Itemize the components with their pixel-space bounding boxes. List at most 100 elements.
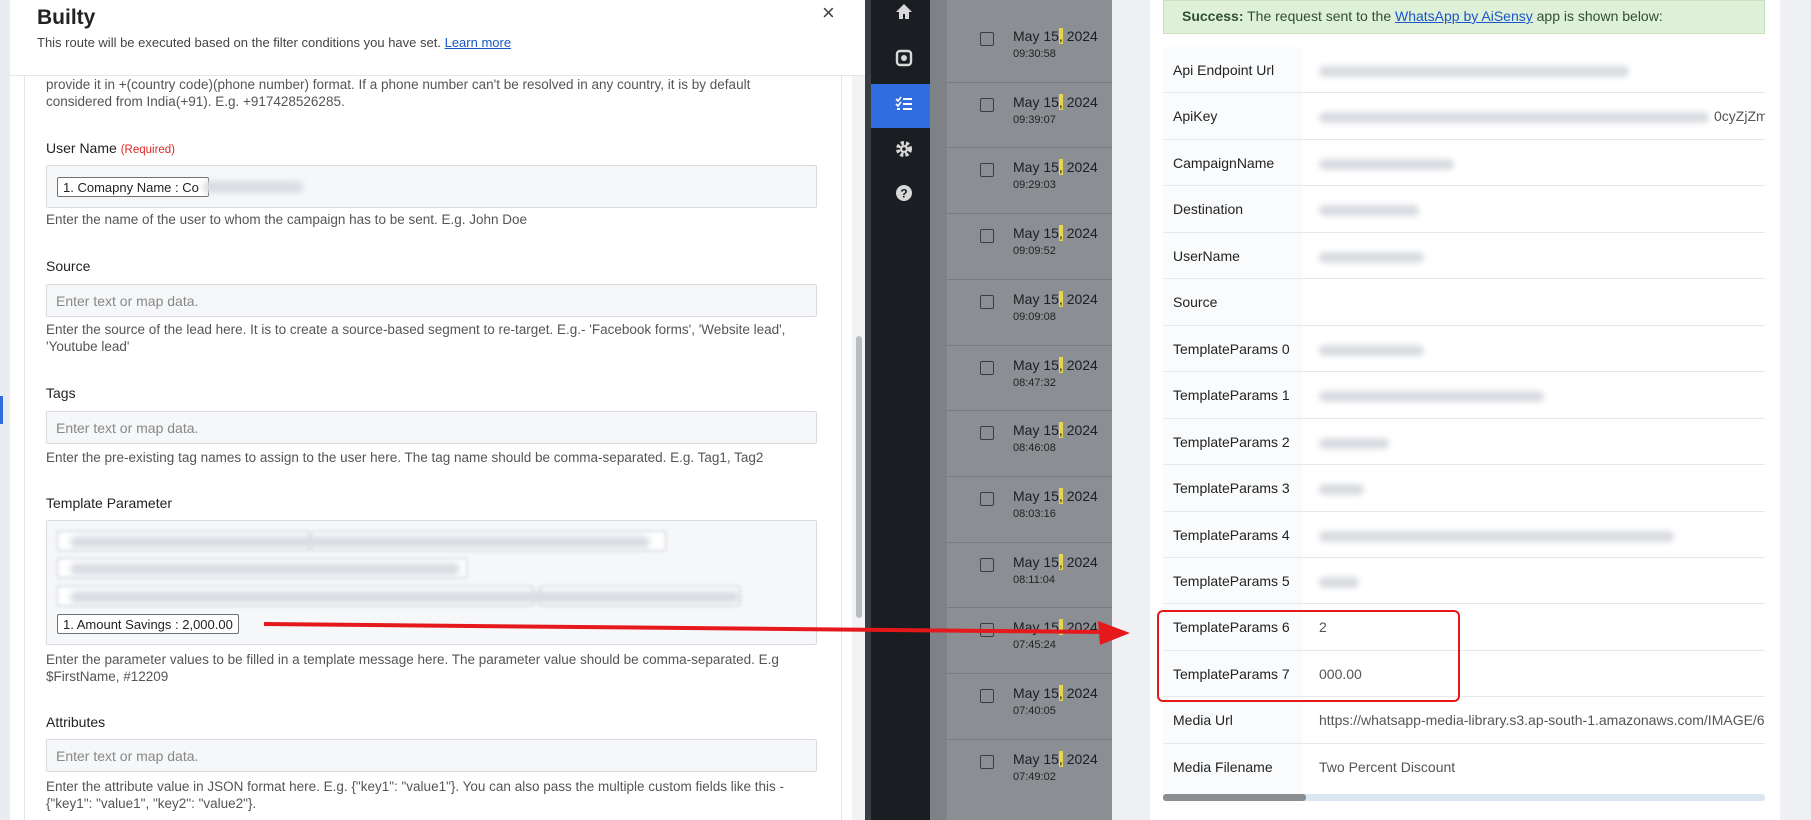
response-row-blurred-value [1319, 531, 1674, 542]
blurred-value [203, 181, 303, 193]
response-row-blurred-value [1319, 345, 1424, 356]
response-row-blurred-value [1319, 438, 1389, 449]
history-row-checkbox[interactable] [980, 163, 994, 177]
response-row-divider [1163, 418, 1765, 419]
response-hscroll-thumb[interactable] [1163, 794, 1306, 801]
response-row-blurred-value [1319, 252, 1424, 263]
history-row-divider [947, 213, 1112, 214]
modal-scrollbar-thumb[interactable] [856, 336, 862, 618]
response-row-divider [1163, 325, 1765, 326]
attributes-label: Attributes [46, 714, 106, 730]
history-row-date[interactable]: May 15, 2024 [1013, 357, 1098, 373]
modal-title: Builty [37, 6, 96, 29]
integration-icon[interactable] [893, 48, 915, 70]
history-row-date[interactable]: May 15, 2024 [1013, 751, 1098, 767]
response-row-blurred-value [1319, 484, 1364, 495]
history-row-checkbox[interactable] [980, 229, 994, 243]
response-row-key: TemplateParams 4 [1173, 527, 1290, 543]
history-row-time: 07:40:05 [1013, 705, 1056, 717]
history-row-checkbox[interactable] [980, 361, 994, 375]
history-row-date[interactable]: May 15, 2024 [1013, 225, 1098, 241]
response-row-key: TemplateParams 3 [1173, 480, 1290, 496]
response-row-divider [1163, 185, 1765, 186]
response-row-value: Two Percent Discount [1319, 759, 1456, 775]
response-row-blurred-value [1319, 159, 1454, 170]
response-row-divider [1163, 743, 1765, 744]
response-row-divider [1163, 278, 1765, 279]
tags-label: Tags [46, 385, 76, 401]
history-row-time: 08:11:04 [1013, 574, 1056, 586]
history-row-time: 07:49:02 [1013, 771, 1056, 783]
success-banner: Success: The request sent to the WhatsAp… [1163, 0, 1765, 34]
history-row-checkbox[interactable] [980, 689, 994, 703]
response-row-blurred-value [1319, 577, 1359, 588]
settings-icon[interactable] [893, 139, 915, 161]
source-input[interactable]: Enter text or map data. [46, 284, 817, 317]
history-row-divider [947, 82, 1112, 83]
response-row-divider [1163, 232, 1765, 233]
response-row-key: TemplateParams 5 [1173, 573, 1290, 589]
response-row-divider [1163, 464, 1765, 465]
history-row-checkbox[interactable] [980, 492, 994, 506]
history-row-checkbox[interactable] [980, 558, 994, 572]
template-parameter-label: Template Parameter [46, 495, 173, 511]
response-row-key: Destination [1173, 201, 1244, 217]
response-row-key: CampaignName [1173, 155, 1275, 171]
history-row-time: 08:47:32 [1013, 377, 1056, 389]
learn-more-link[interactable]: Learn more [445, 35, 511, 50]
history-row-time: 08:46:08 [1013, 442, 1056, 454]
amount-savings-chip[interactable]: 1. Amount Savings : 2,000.00 [57, 614, 239, 634]
source-help: Enter the source of the lead here. It is… [46, 322, 786, 354]
history-row-divider [947, 542, 1112, 543]
source-label: Source [46, 258, 91, 274]
response-row-divider [1163, 92, 1765, 93]
whatsapp-aisensy-link[interactable]: WhatsApp by AiSensy [1395, 8, 1533, 24]
response-row-key: Media Url [1173, 712, 1233, 728]
response-row-divider [1163, 511, 1765, 512]
tags-input[interactable]: Enter text or map data. [46, 411, 817, 444]
history-row-date[interactable]: May 15, 2024 [1013, 291, 1098, 307]
history-row-date[interactable]: May 15, 2024 [1013, 94, 1098, 110]
help-icon[interactable]: ? [893, 183, 915, 205]
history-row-divider [947, 345, 1112, 346]
response-row-divider [1163, 139, 1765, 140]
history-row-date[interactable]: May 15, 2024 [1013, 685, 1098, 701]
response-row-value: 0cyZjZm [1714, 108, 1765, 124]
template-parameter-help: Enter the parameter values to be filled … [46, 652, 779, 684]
history-row-divider [947, 476, 1112, 477]
response-row-blurred-value [1319, 112, 1709, 123]
attributes-input[interactable]: Enter text or map data. [46, 739, 817, 772]
user-name-label: User Name (Required) [46, 140, 176, 156]
history-row-time: 09:30:58 [1013, 48, 1056, 60]
close-icon[interactable]: × [822, 0, 835, 26]
required-badge: (Required) [120, 144, 176, 156]
history-row-time: 09:29:03 [1013, 179, 1056, 191]
history-row-divider [947, 410, 1112, 411]
response-row-key: TemplateParams 0 [1173, 341, 1290, 357]
history-row-divider [947, 279, 1112, 280]
history-row-checkbox[interactable] [980, 755, 994, 769]
response-row-key: Media Filename [1173, 759, 1273, 775]
history-row-date[interactable]: May 15, 2024 [1013, 422, 1098, 438]
history-row-time: 08:03:16 [1013, 508, 1056, 520]
history-row-date[interactable]: May 15, 2024 [1013, 28, 1098, 44]
modal-subtitle: This route will be executed based on the… [37, 35, 512, 50]
blurred-value [70, 591, 740, 603]
history-row-checkbox[interactable] [980, 426, 994, 440]
history-row-checkbox[interactable] [980, 295, 994, 309]
history-row-date[interactable]: May 15, 2024 [1013, 159, 1098, 175]
history-row-date[interactable]: May 15, 2024 [1013, 554, 1098, 570]
history-row-date[interactable]: May 15, 2024 [1013, 488, 1098, 504]
task-history-icon[interactable] [893, 94, 915, 116]
history-row-checkbox[interactable] [980, 32, 994, 46]
annotation-highlight-box [1157, 610, 1460, 702]
user-name-chip[interactable]: 1. Comapny Name : Co [57, 177, 209, 197]
response-row-key: Source [1173, 294, 1218, 310]
history-row-checkbox[interactable] [980, 98, 994, 112]
home-icon[interactable] [893, 2, 915, 24]
svg-text:?: ? [900, 187, 907, 201]
route-modal: Builty This route will be executed based… [0, 0, 865, 820]
response-row-divider [1163, 557, 1765, 558]
response-row-blurred-value [1319, 205, 1419, 216]
tags-help: Enter the pre-existing tag names to assi… [46, 450, 764, 465]
